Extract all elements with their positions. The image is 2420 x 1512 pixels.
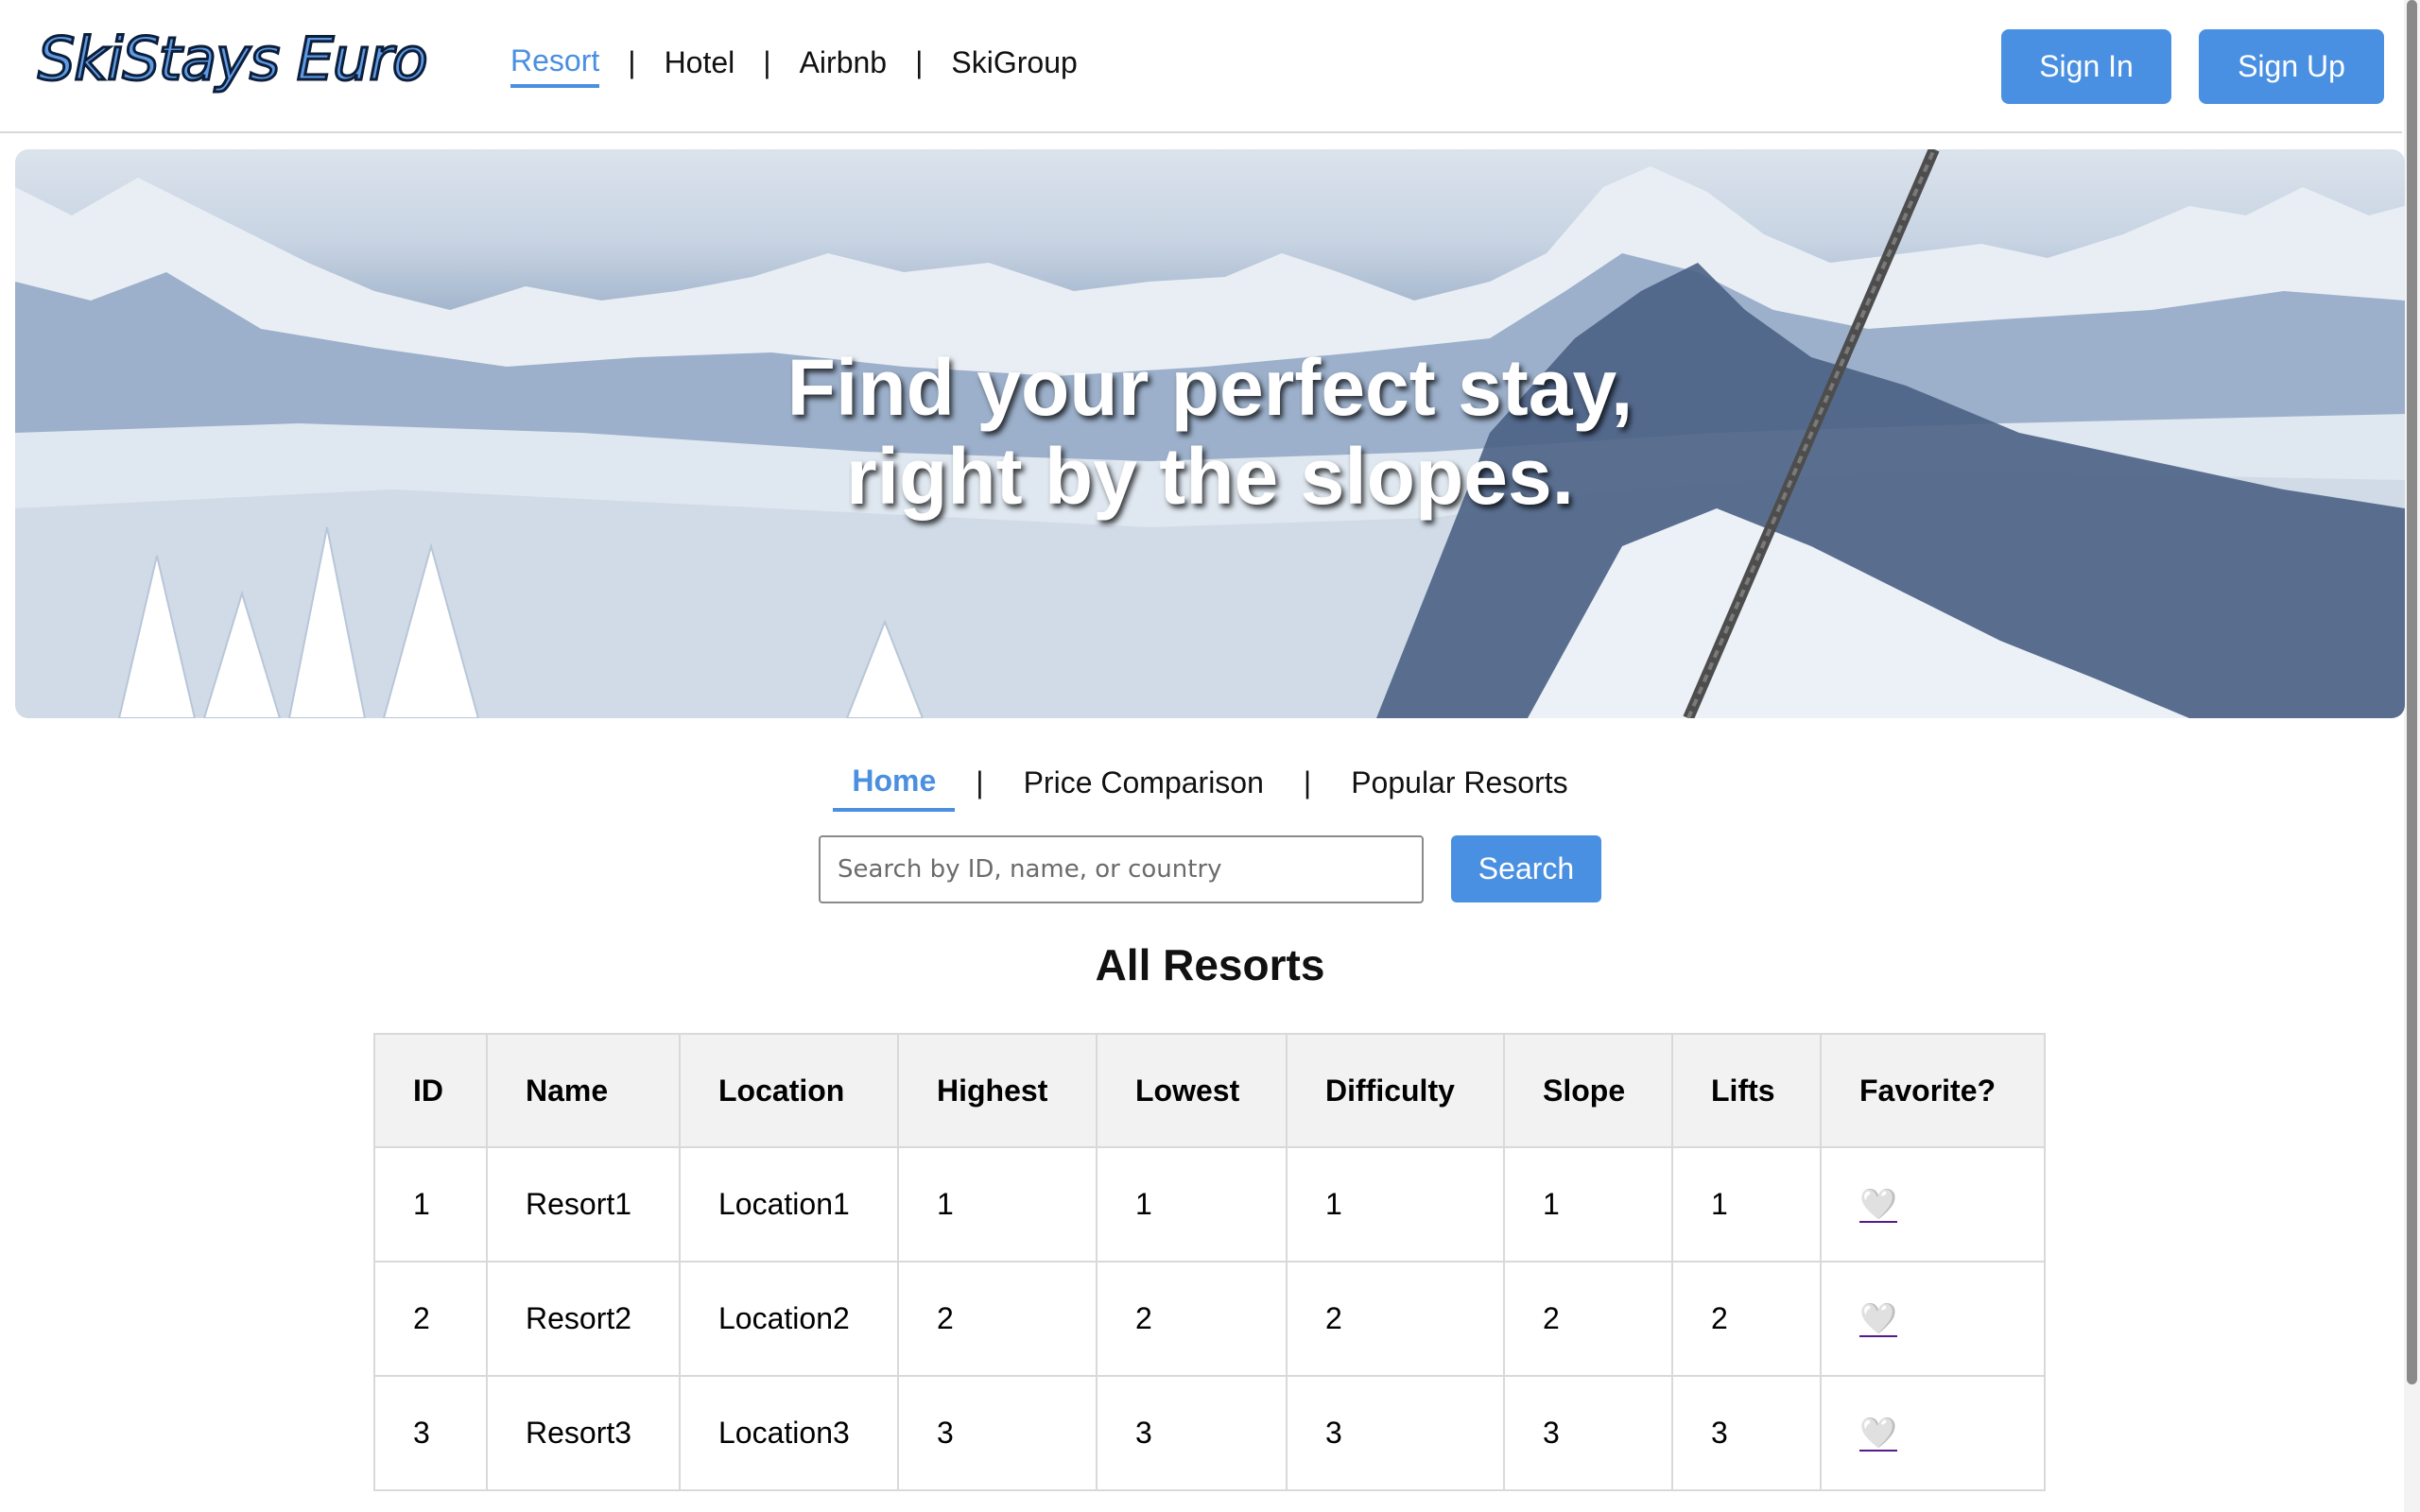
- table-header-row: ID Name Location Highest Lowest Difficul…: [373, 1033, 2046, 1148]
- top-bar: SkiStays Euro Resort | Hotel | Airbnb | …: [0, 0, 2402, 133]
- cell-location: Location2: [679, 1261, 899, 1377]
- site-logo[interactable]: SkiStays Euro: [37, 24, 430, 95]
- cell-id: 1: [373, 1146, 488, 1263]
- resorts-table: ID Name Location Highest Lowest Difficul…: [373, 1033, 2046, 1491]
- table-row: 1 Resort1 Location1 1 1 1 1 1 🤍: [373, 1146, 2046, 1263]
- column-header-lowest[interactable]: Lowest: [1096, 1033, 1288, 1148]
- hero-headline: Find your perfect stay, right by the slo…: [15, 343, 2405, 521]
- page-scrollbar[interactable]: [2404, 0, 2420, 1512]
- section-title: All Resorts: [1095, 940, 1325, 989]
- nav-link-resort[interactable]: Resort: [510, 43, 600, 88]
- section-tabs: Home | Price Comparison | Popular Resort…: [0, 764, 2420, 812]
- tab-price-comparison[interactable]: Price Comparison: [1005, 765, 1283, 810]
- search-input[interactable]: [819, 835, 1424, 903]
- cell-favorite: 🤍: [1820, 1261, 2046, 1377]
- cell-slope: 3: [1503, 1375, 1673, 1491]
- nav-link-airbnb[interactable]: Airbnb: [800, 45, 888, 86]
- column-header-favorite: Favorite?: [1820, 1033, 2046, 1148]
- top-nav: Resort | Hotel | Airbnb | SkiGroup: [510, 43, 1078, 88]
- cell-difficulty: 1: [1286, 1146, 1505, 1263]
- sign-up-button[interactable]: Sign Up: [2199, 29, 2384, 104]
- column-header-name[interactable]: Name: [486, 1033, 681, 1148]
- column-header-location[interactable]: Location: [679, 1033, 899, 1148]
- hero-headline-line1: Find your perfect stay,: [786, 343, 1634, 432]
- table-row: 2 Resort2 Location2 2 2 2 2 2 🤍: [373, 1261, 2046, 1377]
- cell-highest: 3: [897, 1375, 1098, 1491]
- cell-slope: 1: [1503, 1146, 1673, 1263]
- sign-in-button[interactable]: Sign In: [2001, 29, 2171, 104]
- tab-popular-resorts[interactable]: Popular Resorts: [1332, 765, 1586, 810]
- hero-headline-line2: right by the slopes.: [845, 432, 1575, 521]
- cell-name: Resort1: [486, 1146, 681, 1263]
- cell-lifts: 2: [1671, 1261, 1822, 1377]
- table-row: 3 Resort3 Location3 3 3 3 3 3 🤍: [373, 1375, 2046, 1491]
- favorite-heart-icon[interactable]: 🤍: [1859, 1418, 1897, 1452]
- column-header-lifts[interactable]: Lifts: [1671, 1033, 1822, 1148]
- column-header-difficulty[interactable]: Difficulty: [1286, 1033, 1505, 1148]
- nav-link-hotel[interactable]: Hotel: [665, 45, 735, 86]
- search-button[interactable]: Search: [1451, 835, 1601, 902]
- cell-name: Resort2: [486, 1261, 681, 1377]
- cell-lifts: 1: [1671, 1146, 1822, 1263]
- tab-separator: |: [976, 765, 984, 799]
- scrollbar-thumb[interactable]: [2407, 0, 2417, 1384]
- cell-highest: 2: [897, 1261, 1098, 1377]
- tab-home[interactable]: Home: [833, 764, 956, 812]
- column-header-slope[interactable]: Slope: [1503, 1033, 1673, 1148]
- cell-lowest: 1: [1096, 1146, 1288, 1263]
- nav-separator: |: [628, 45, 636, 79]
- column-header-highest[interactable]: Highest: [897, 1033, 1098, 1148]
- cell-lowest: 3: [1096, 1375, 1288, 1491]
- nav-link-skigroup[interactable]: SkiGroup: [951, 45, 1077, 86]
- favorite-heart-icon[interactable]: 🤍: [1859, 1189, 1897, 1223]
- cell-lifts: 3: [1671, 1375, 1822, 1491]
- favorite-heart-icon[interactable]: 🤍: [1859, 1303, 1897, 1337]
- cell-difficulty: 3: [1286, 1375, 1505, 1491]
- cell-lowest: 2: [1096, 1261, 1288, 1377]
- nav-separator: |: [915, 45, 924, 79]
- cell-id: 2: [373, 1261, 488, 1377]
- column-header-id[interactable]: ID: [373, 1033, 488, 1148]
- cell-favorite: 🤍: [1820, 1375, 2046, 1491]
- cell-highest: 1: [897, 1146, 1098, 1263]
- cell-slope: 2: [1503, 1261, 1673, 1377]
- cell-location: Location1: [679, 1146, 899, 1263]
- nav-separator: |: [763, 45, 771, 79]
- cell-id: 3: [373, 1375, 488, 1491]
- cell-favorite: 🤍: [1820, 1146, 2046, 1263]
- hero-banner: Find your perfect stay, right by the slo…: [15, 149, 2405, 718]
- cell-location: Location3: [679, 1375, 899, 1491]
- cell-difficulty: 2: [1286, 1261, 1505, 1377]
- tab-separator: |: [1303, 765, 1312, 799]
- cell-name: Resort3: [486, 1375, 681, 1491]
